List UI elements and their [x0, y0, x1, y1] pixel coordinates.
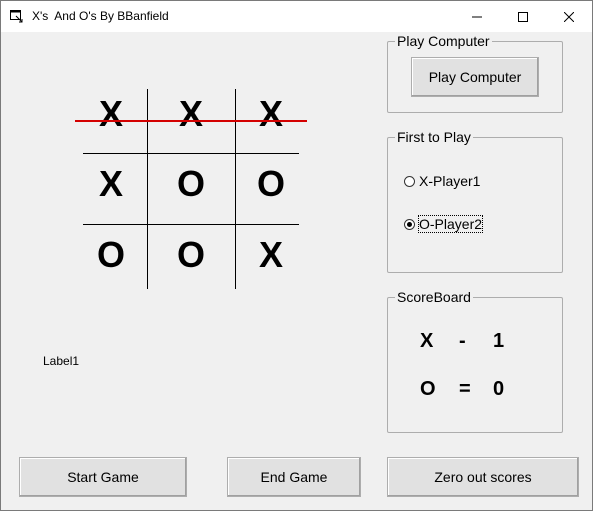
- board-grid-line: [83, 153, 299, 154]
- board-cell-4[interactable]: X: [81, 159, 141, 209]
- title-bar[interactable]: X's And O's By BBanfield: [1, 1, 592, 32]
- close-button[interactable]: [546, 1, 592, 32]
- minimize-icon: [472, 16, 482, 17]
- score-o-player: O: [420, 378, 436, 400]
- window-title: X's And O's By BBanfield: [32, 9, 169, 23]
- radio-button[interactable]: [404, 175, 415, 187]
- first-to-play-caption: First to Play: [395, 129, 473, 145]
- board-cell-5[interactable]: O: [161, 159, 221, 209]
- score-o-separator: =: [459, 378, 471, 400]
- close-icon: [564, 11, 574, 22]
- play-computer-caption: Play Computer: [395, 33, 492, 49]
- end-game-button[interactable]: End Game: [227, 457, 361, 497]
- board-grid-line: [83, 224, 299, 225]
- score-x-value: 1: [493, 330, 505, 352]
- app-icon: [10, 10, 24, 23]
- board-cell-3[interactable]: X: [241, 89, 301, 139]
- score-x-separator: -: [459, 330, 466, 352]
- scoreboard-group: ScoreBoard: [387, 289, 563, 433]
- scoreboard-caption: ScoreBoard: [395, 289, 473, 305]
- board-cell-1[interactable]: X: [81, 89, 141, 139]
- radio-label: X-Player1: [419, 173, 481, 189]
- client-area: X X X X O O O O X Label1 Play Computer P…: [1, 32, 592, 510]
- board-cell-8[interactable]: O: [161, 230, 221, 280]
- radio-o-player2[interactable]: O-Player2: [404, 215, 484, 233]
- board-cell-6[interactable]: O: [241, 159, 301, 209]
- minimize-button[interactable]: [454, 1, 500, 32]
- board-cell-9[interactable]: X: [241, 230, 301, 280]
- play-computer-button[interactable]: Play Computer: [411, 57, 539, 97]
- winning-line: [75, 120, 307, 122]
- status-label: Label1: [43, 354, 80, 368]
- score-x-player: X: [420, 330, 434, 352]
- first-to-play-group: First to Play: [387, 129, 563, 273]
- radio-label: O-Player2: [417, 215, 484, 233]
- start-game-button[interactable]: Start Game: [19, 457, 187, 497]
- maximize-icon: [518, 11, 528, 22]
- board-grid-line: [235, 89, 236, 289]
- maximize-button[interactable]: [500, 1, 546, 32]
- board-grid-line: [147, 89, 148, 289]
- radio-x-player1[interactable]: X-Player1: [404, 173, 480, 189]
- zero-scores-button[interactable]: Zero out scores: [387, 457, 579, 497]
- score-o-value: 0: [493, 378, 505, 400]
- radio-button-selected[interactable]: [404, 218, 415, 230]
- board-cell-7[interactable]: O: [81, 230, 141, 280]
- board-cell-2[interactable]: X: [161, 89, 221, 139]
- app-window: X's And O's By BBanfield X X X X O O O O…: [0, 0, 593, 511]
